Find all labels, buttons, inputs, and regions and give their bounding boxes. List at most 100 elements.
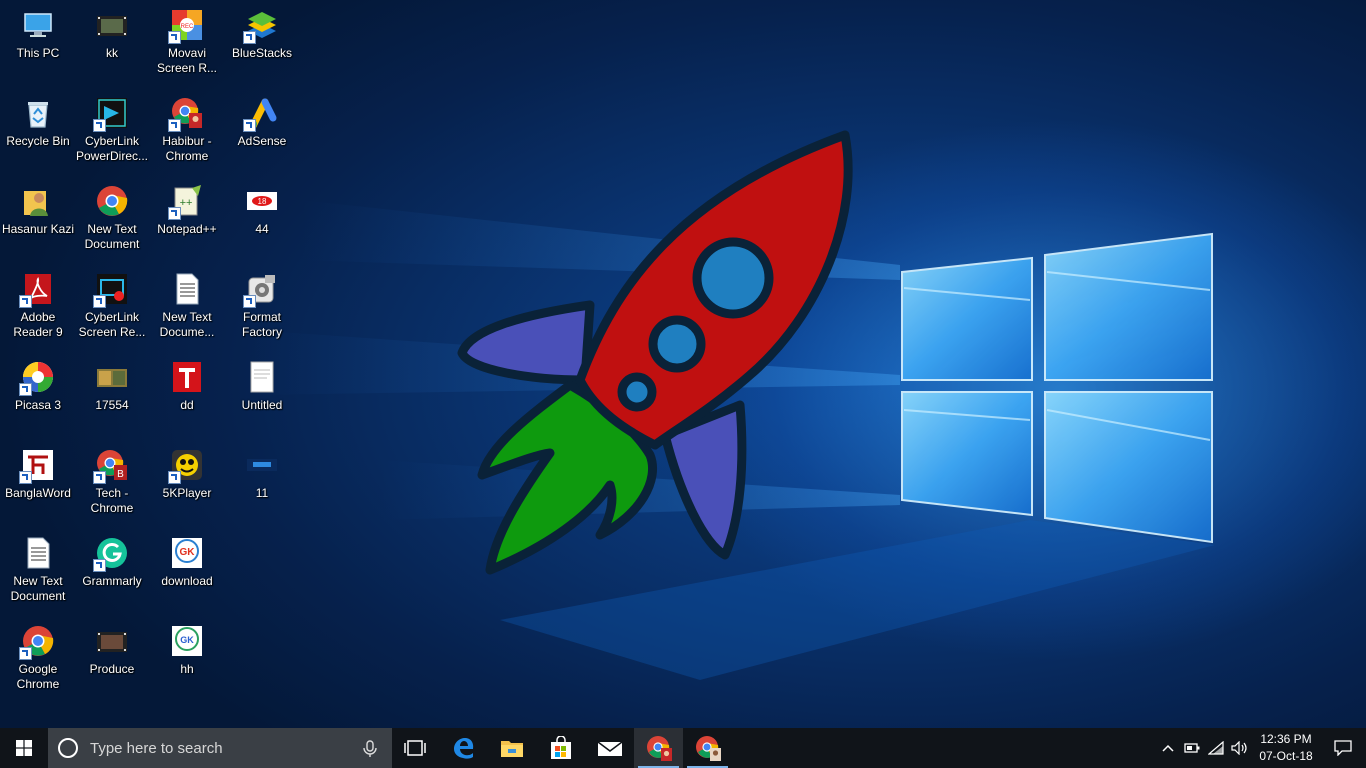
- desktop-icon-notepad-plus[interactable]: ++ Notepad++: [149, 176, 225, 264]
- taskbar-chrome-habibur[interactable]: [634, 728, 683, 768]
- this-pc-icon: [21, 8, 55, 42]
- battery-button[interactable]: [1180, 728, 1204, 768]
- svg-text:B: B: [117, 469, 124, 480]
- shortcut-arrow-icon: [93, 295, 106, 308]
- desktop-icon-cyberlink-screen-recorder[interactable]: CyberLink Screen Re...: [74, 264, 150, 352]
- desktop-icon-movavi[interactable]: REC Movavi Screen R...: [149, 0, 225, 88]
- edge-icon: [453, 738, 473, 759]
- desktop-icon-new-text-document-2[interactable]: New Text Document: [0, 528, 76, 616]
- chrome-profile-icon: [168, 96, 204, 132]
- desktop-icon-banglaword[interactable]: BanglaWord: [0, 440, 76, 528]
- shortcut-arrow-icon: [19, 295, 32, 308]
- 5kplayer-icon: [168, 448, 204, 484]
- desktop-icon-hh[interactable]: GK hh: [149, 616, 225, 704]
- desktop-icon-untitled[interactable]: Untitled: [224, 352, 300, 440]
- windows-start-icon: [16, 740, 32, 756]
- desktop-icon-17554[interactable]: 17554: [74, 352, 150, 440]
- task-view-button[interactable]: [392, 728, 438, 768]
- desktop-icon-this-pc[interactable]: This PC: [0, 0, 76, 88]
- desktop-icon-new-text-document-3[interactable]: New Text Docume...: [149, 264, 225, 352]
- chrome-profile-icon: B: [93, 448, 129, 484]
- text-document-icon: [21, 536, 55, 570]
- taskbar: 12:36 PM 07-Oct-18: [0, 728, 1366, 768]
- desktop-icon-grammarly[interactable]: Grammarly: [74, 528, 150, 616]
- taskbar-edge[interactable]: [438, 728, 487, 768]
- desktop-icon-hasanur-kazi[interactable]: Hasanur Kazi: [0, 176, 76, 264]
- search-input[interactable]: [88, 738, 352, 758]
- taskbar-search-box[interactable]: [48, 728, 392, 768]
- grammarly-icon: [93, 536, 129, 572]
- desktop-icon-new-text-document-chrome[interactable]: New Text Document: [74, 176, 150, 264]
- desktop-icon-picasa[interactable]: Picasa 3: [0, 352, 76, 440]
- speaker-icon: [1231, 741, 1247, 755]
- volume-button[interactable]: [1228, 728, 1252, 768]
- shortcut-arrow-icon: [243, 295, 256, 308]
- svg-text:18: 18: [258, 197, 267, 206]
- taskbar-mail[interactable]: [585, 728, 634, 768]
- network-button[interactable]: [1204, 728, 1228, 768]
- adobe-reader-icon: [19, 272, 55, 308]
- chrome-icon: [95, 184, 129, 218]
- clock-time: 12:36 PM: [1260, 732, 1312, 746]
- desktop-icon-bluestacks[interactable]: BlueStacks: [224, 0, 300, 88]
- desktop-icon-dd[interactable]: dd: [149, 352, 225, 440]
- taskbar-clock[interactable]: 12:36 PM 07-Oct-18: [1252, 728, 1320, 768]
- shortcut-arrow-icon: [168, 31, 181, 44]
- store-icon: [550, 736, 571, 759]
- show-hidden-icons-button[interactable]: [1156, 728, 1180, 768]
- desktop-icon-adobe-reader[interactable]: Adobe Reader 9: [0, 264, 76, 352]
- desktop-icon-cyberlink-powerdirector[interactable]: CyberLink PowerDirec...: [74, 88, 150, 176]
- photo-file-icon: [95, 360, 129, 394]
- gk-image-icon: GK: [170, 624, 204, 658]
- svg-text:GK: GK: [180, 547, 196, 558]
- system-tray: 12:36 PM 07-Oct-18: [1156, 728, 1366, 768]
- desktop-icon-habibur-chrome[interactable]: Habibur - Chrome: [149, 88, 225, 176]
- mail-icon: [597, 741, 622, 756]
- recycle-bin-icon: [21, 96, 55, 130]
- banglaword-icon: [19, 448, 55, 484]
- movavi-icon: REC: [168, 8, 204, 44]
- shortcut-arrow-icon: [243, 119, 256, 132]
- blank-document-icon: [245, 360, 279, 394]
- svg-text:++: ++: [180, 197, 193, 209]
- gk-image-icon: GK: [170, 536, 204, 570]
- shortcut-arrow-icon: [168, 119, 181, 132]
- shortcut-arrow-icon: [19, 383, 32, 396]
- wifi-icon: [1208, 741, 1224, 755]
- shortcut-arrow-icon: [243, 31, 256, 44]
- taskbar-file-explorer[interactable]: [487, 728, 536, 768]
- video-file-icon: [95, 8, 129, 42]
- shortcut-arrow-icon: [19, 471, 32, 484]
- desktop-icon-11[interactable]: 11: [224, 440, 300, 528]
- powerdirector-icon: [93, 96, 129, 132]
- svg-text:REC: REC: [181, 24, 194, 30]
- desktop-icon-google-chrome[interactable]: Google Chrome: [0, 616, 76, 704]
- video-file-icon: [95, 624, 129, 658]
- desktop: This PC Recycle Bin Hasanur Kazi Adobe R…: [0, 0, 1366, 728]
- desktop-icon-download[interactable]: GK download: [149, 528, 225, 616]
- microphone-icon[interactable]: [362, 740, 378, 758]
- text-document-icon: [170, 272, 204, 306]
- desktop-icon-produce[interactable]: Produce: [74, 616, 150, 704]
- action-center-button[interactable]: [1320, 728, 1366, 768]
- desktop-icon-5kplayer[interactable]: 5KPlayer: [149, 440, 225, 528]
- taskbar-chrome-tech[interactable]: [683, 728, 732, 768]
- desktop-icon-44[interactable]: 18 44: [224, 176, 300, 264]
- shortcut-arrow-icon: [93, 119, 106, 132]
- desktop-icon-kk[interactable]: kk: [74, 0, 150, 88]
- screen-recorder-icon: [93, 272, 129, 308]
- bluestacks-icon: [243, 8, 279, 44]
- clock-date: 07-Oct-18: [1259, 749, 1313, 763]
- desktop-icon-adsense[interactable]: AdSense: [224, 88, 300, 176]
- desktop-icon-tech-chrome[interactable]: B Tech - Chrome: [74, 440, 150, 528]
- taskbar-store[interactable]: [536, 728, 585, 768]
- start-button[interactable]: [0, 728, 48, 768]
- shortcut-arrow-icon: [168, 471, 181, 484]
- shortcut-arrow-icon: [168, 207, 181, 220]
- notepad-plus-icon: ++: [168, 184, 204, 220]
- desktop-icon-recycle-bin[interactable]: Recycle Bin: [0, 88, 76, 176]
- chrome-profile-icon: [646, 736, 672, 761]
- desktop-icon-format-factory[interactable]: Format Factory: [224, 264, 300, 352]
- red-t-icon: [170, 360, 204, 394]
- image-file-icon: 18: [245, 184, 279, 218]
